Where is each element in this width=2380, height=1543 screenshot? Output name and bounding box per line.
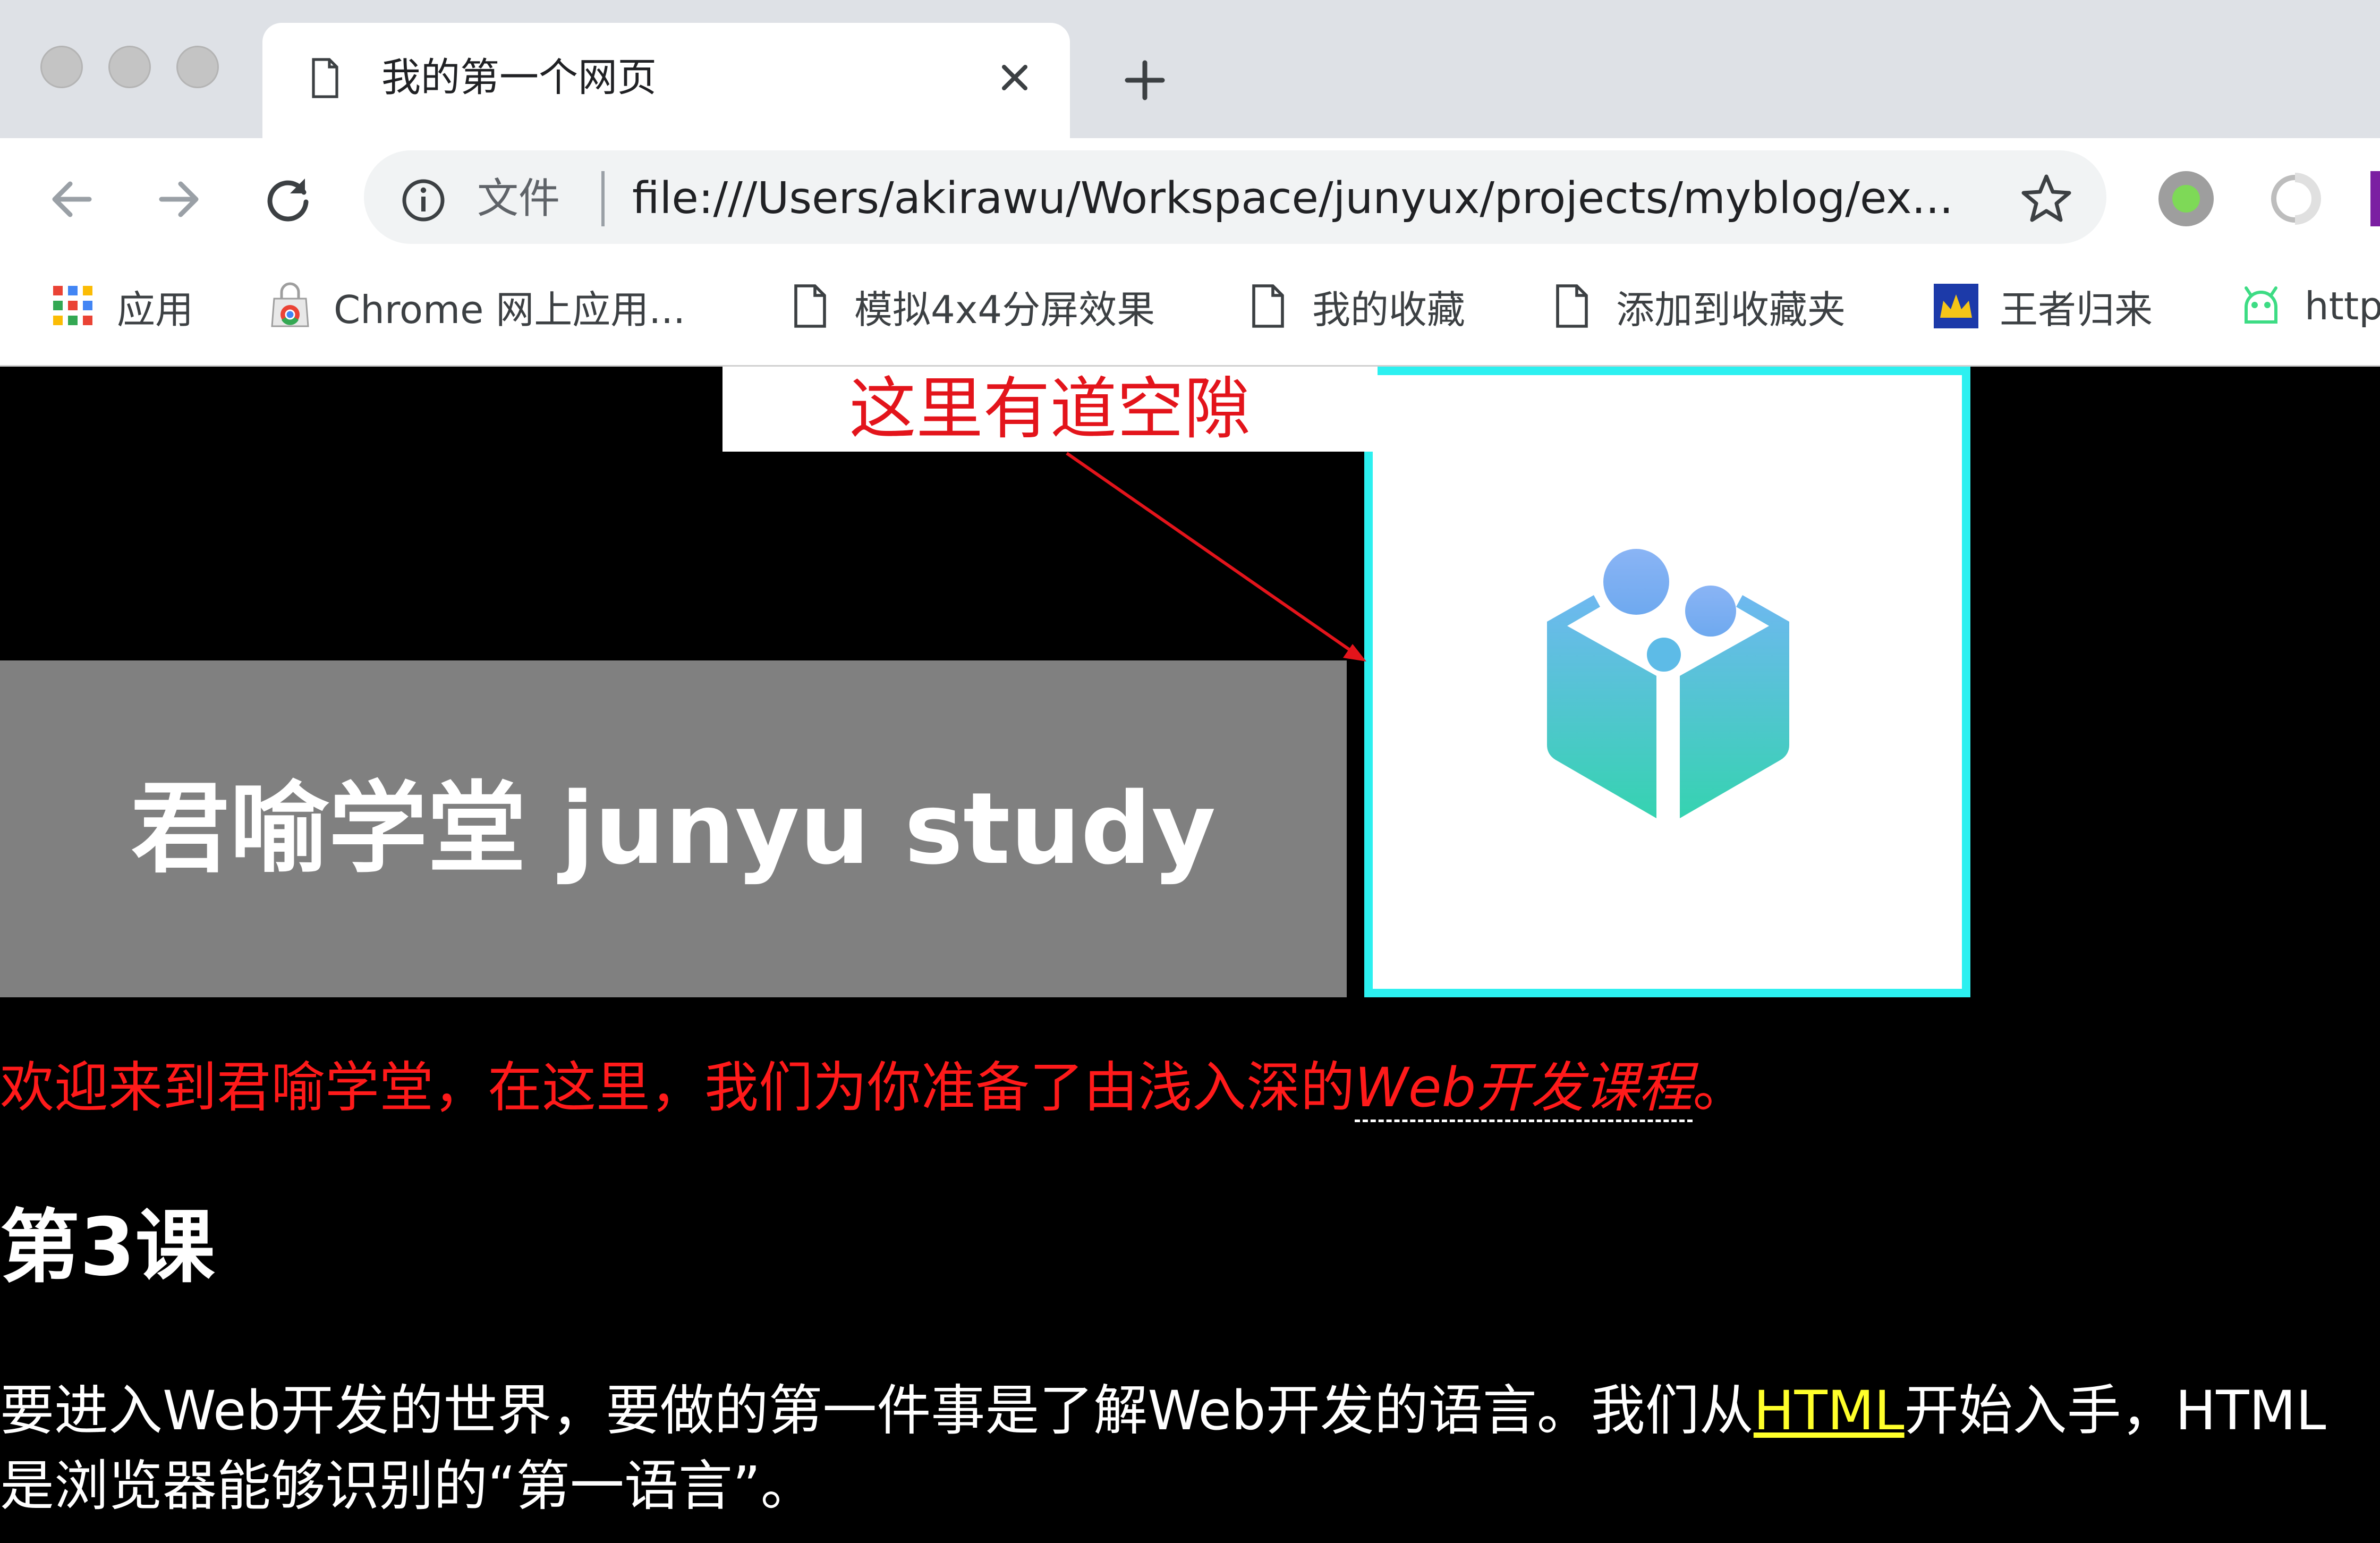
bookmark-label: 王者归来 xyxy=(2000,287,2153,332)
address-separator xyxy=(601,171,605,226)
bookmark-item[interactable]: 我的收藏 xyxy=(1244,279,1465,333)
security-label[interactable]: 文件 xyxy=(477,173,560,224)
bookmark-label: 模拟4x4分屏效果 xyxy=(854,287,1155,332)
welcome-prefix: 欢迎来到君喻学堂，在这里，我们为你准备了由浅入深的 xyxy=(0,1056,1355,1120)
annotation-text: 这里有道空隙 xyxy=(849,370,1251,448)
new-tab-plus-icon[interactable] xyxy=(1121,56,1169,104)
intro-paragraph: 要进入Web开发的世界，要做的第一件事是了解Web开发的语言。我们从HTML开始… xyxy=(0,1374,2380,1524)
crown-icon xyxy=(1934,284,1978,328)
page-icon xyxy=(1252,284,1284,328)
window-maximize-button[interactable] xyxy=(176,46,219,88)
bookmark-item[interactable]: 模拟4x4分屏效果 xyxy=(786,279,1155,333)
page-icon xyxy=(794,284,826,328)
info-icon[interactable] xyxy=(400,176,447,224)
reload-icon[interactable] xyxy=(259,170,318,228)
chrome-webstore-icon xyxy=(271,282,309,327)
page-icon xyxy=(1556,284,1588,328)
apps-grid-icon xyxy=(53,286,92,325)
lesson-heading: 第3课 xyxy=(0,1201,215,1294)
tab-title: 我的第一个网页 xyxy=(381,55,657,100)
html-link[interactable]: HTML xyxy=(1754,1379,1905,1443)
bookmark-label: 添加到收藏夹 xyxy=(1616,287,1846,332)
android-icon xyxy=(2245,286,2277,324)
extension-purple-icon[interactable] xyxy=(2370,171,2380,226)
bookmark-item[interactable]: 王者归来 xyxy=(1932,279,2153,333)
page-icon xyxy=(312,58,338,98)
forward-arrow-icon[interactable] xyxy=(150,170,208,228)
junyu-cube-logo-icon xyxy=(1547,549,1789,818)
extension-green-dot-icon[interactable] xyxy=(2158,171,2214,226)
window-minimize-button[interactable] xyxy=(108,46,151,88)
window-close-button[interactable] xyxy=(40,46,83,88)
extension-ring-icon[interactable] xyxy=(2267,171,2323,226)
tab-strip: 我的第一个网页 xyxy=(0,0,2380,138)
course-link[interactable]: Web开发课程 xyxy=(1355,1056,1693,1122)
banner-title: 君喻学堂 junyu study xyxy=(131,771,1216,886)
bookmark-apps[interactable]: 应用 xyxy=(49,279,193,333)
bookmark-item[interactable]: http xyxy=(2237,279,2380,333)
url-text[interactable]: file:///Users/akirawu/Workspace/junyux/p… xyxy=(632,171,1953,226)
bookmark-label: 我的收藏 xyxy=(1312,287,1466,332)
bookmark-chrome-webstore[interactable]: Chrome 网上应用... xyxy=(266,279,685,333)
bookmark-label: http xyxy=(2305,284,2380,328)
back-arrow-icon[interactable] xyxy=(42,170,101,228)
welcome-suffix: 。 xyxy=(1693,1056,1747,1120)
welcome-text: 欢迎来到君喻学堂，在这里，我们为你准备了由浅入深的Web开发课程。 xyxy=(0,1051,1747,1125)
bookmark-item[interactable]: 添加到收藏夹 xyxy=(1548,279,1846,333)
bookmark-star-icon[interactable] xyxy=(2019,171,2074,226)
paragraph-prefix: 要进入Web开发的世界，要做的第一件事是了解Web开发的语言。我们从 xyxy=(0,1379,1754,1443)
bookmark-label: 应用 xyxy=(117,287,194,332)
close-icon[interactable] xyxy=(993,56,1036,99)
bookmark-label: Chrome 网上应用... xyxy=(334,287,685,332)
